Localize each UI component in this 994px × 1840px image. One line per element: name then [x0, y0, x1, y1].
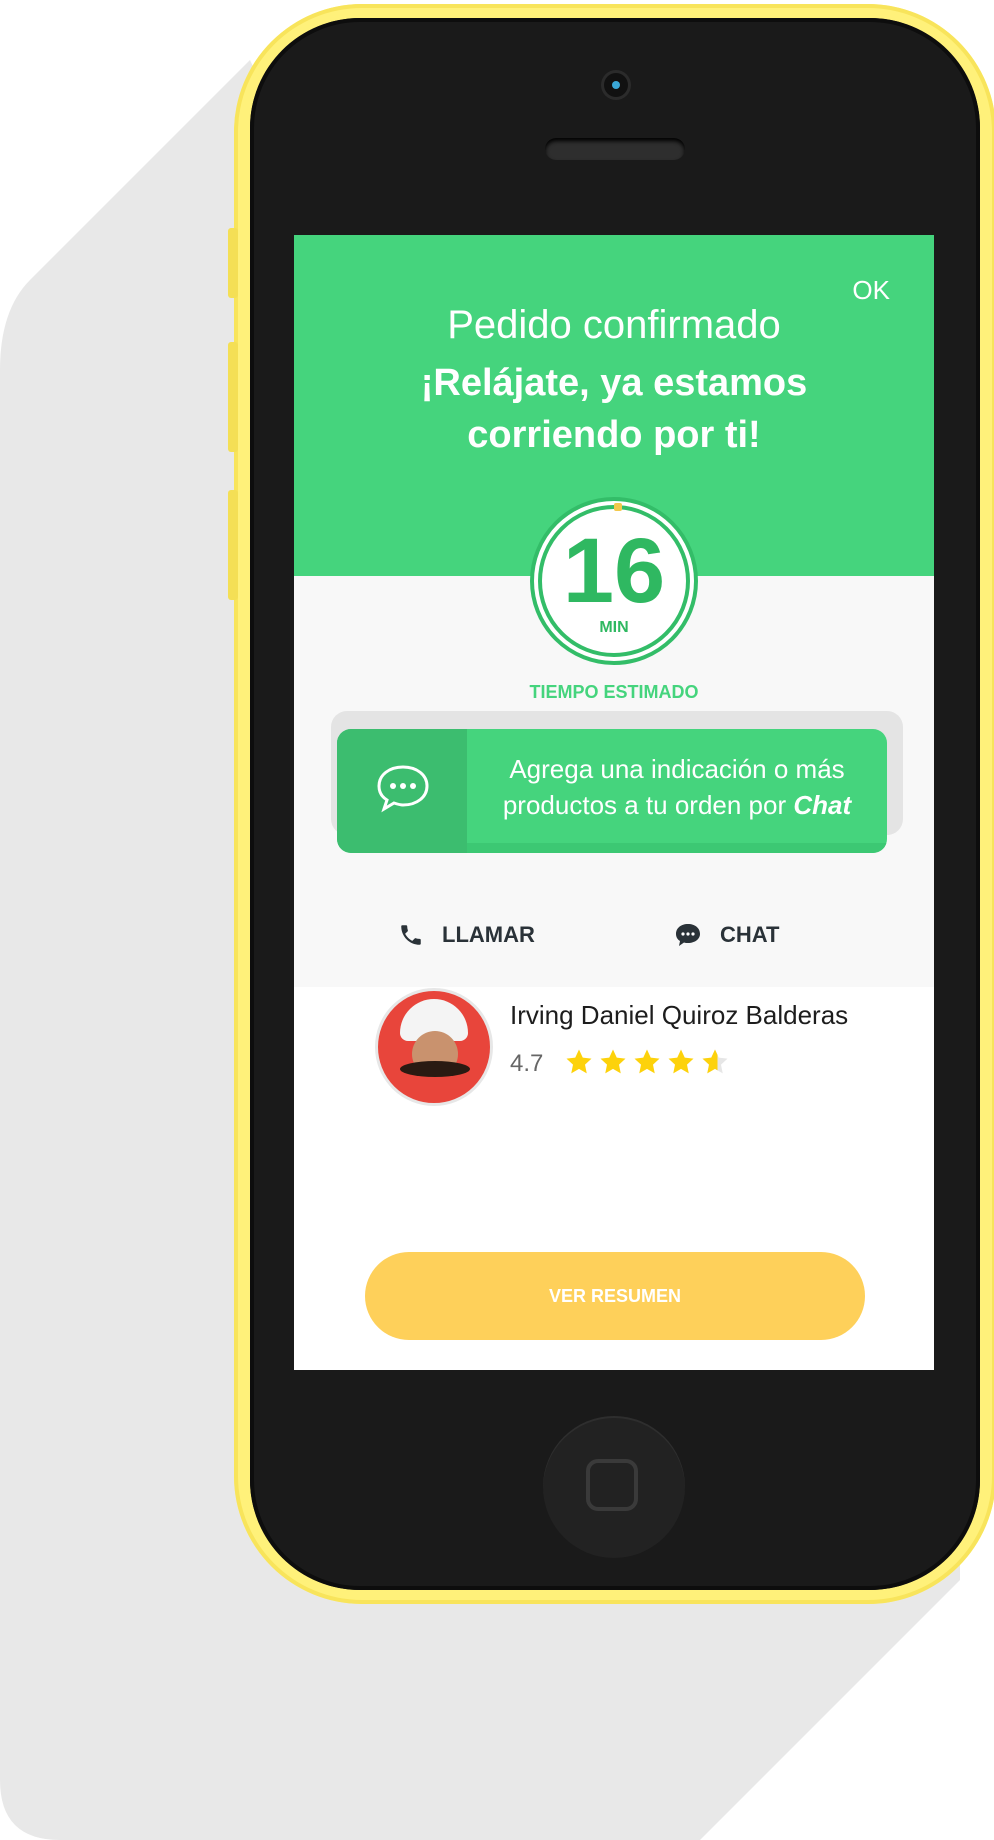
- chat-bubble-icon: [676, 924, 700, 946]
- home-button-square-icon: [586, 1459, 638, 1511]
- avatar-mustache: [400, 1061, 470, 1077]
- rating-stars: [564, 1047, 730, 1077]
- timer-unit: MIN: [599, 619, 629, 636]
- call-label: LLAMAR: [442, 922, 535, 947]
- chat-button[interactable]: CHAT: [674, 922, 779, 948]
- timer-value: 16: [562, 520, 666, 622]
- volume-down-button: [228, 490, 238, 600]
- timer-label: TIEMPO ESTIMADO: [529, 682, 699, 702]
- star-icon: [566, 1049, 592, 1074]
- star-icon: [634, 1049, 660, 1074]
- ok-button[interactable]: OK: [852, 275, 890, 306]
- chat-label: CHAT: [720, 922, 780, 947]
- view-summary-button[interactable]: VER RESUMEN: [365, 1252, 865, 1340]
- eta-timer: 16 MIN: [530, 497, 698, 665]
- app-screen: OK Pedido confirmado ¡Relájate, ya estam…: [294, 235, 934, 1370]
- star-icon: [600, 1049, 626, 1074]
- chat-bubbles-icon: [377, 765, 429, 813]
- star-icon: [668, 1049, 694, 1074]
- chat-banner[interactable]: Agrega una indicación o más productos a …: [337, 729, 887, 853]
- page-title: Pedido confirmado: [447, 303, 781, 347]
- timer-progress-marker: [614, 503, 622, 511]
- front-camera: [604, 73, 628, 97]
- chat-banner-text: Agrega una indicación o más productos a …: [467, 751, 887, 823]
- courier-avatar: [375, 988, 493, 1106]
- mute-switch: [228, 228, 238, 298]
- call-button[interactable]: LLAMAR: [398, 922, 535, 948]
- chat-banner-emphasis: Chat: [793, 790, 852, 820]
- phone-icon: [401, 925, 421, 945]
- chat-banner-edge: [467, 843, 887, 853]
- courier-name: Irving Daniel Quiroz Balderas: [510, 1000, 849, 1030]
- earpiece-speaker: [545, 138, 685, 160]
- star-half-icon: [702, 1049, 728, 1074]
- volume-up-button: [228, 342, 238, 452]
- page-subtitle: ¡Relájate, ya estamos corriendo por ti!: [420, 362, 808, 456]
- courier-rating: 4.7: [510, 1050, 544, 1077]
